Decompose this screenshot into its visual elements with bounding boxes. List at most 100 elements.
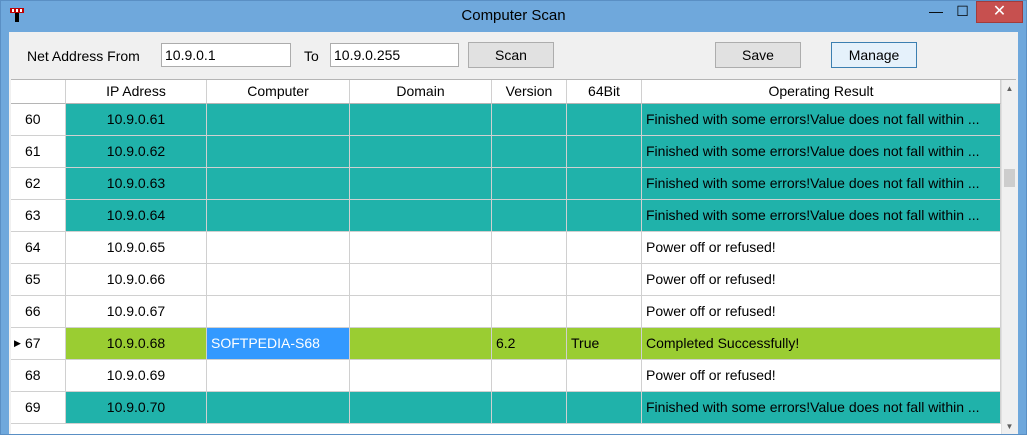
- result-cell[interactable]: Power off or refused!: [642, 264, 1001, 296]
- row-number[interactable]: 61: [11, 136, 66, 168]
- scroll-down-icon[interactable]: ▼: [1002, 418, 1016, 434]
- scan-button[interactable]: Scan: [468, 42, 554, 68]
- result-cell[interactable]: Finished with some errors!Value does not…: [642, 168, 1001, 200]
- ip-cell[interactable]: 10.9.0.64: [66, 200, 207, 232]
- table-row[interactable]: 61 10.9.0.62 Finished with some errors!Val…: [11, 136, 1001, 168]
- version-cell[interactable]: [492, 264, 567, 296]
- 64bit-cell[interactable]: [567, 168, 642, 200]
- table-row[interactable]: 67 10.9.0.68 SOFTPEDIA-S68 6.2 True Completed…: [11, 328, 1001, 360]
- computer-cell[interactable]: [207, 232, 350, 264]
- version-cell[interactable]: [492, 104, 567, 136]
- result-cell[interactable]: Finished with some errors!Value does not…: [642, 200, 1001, 232]
- header-ip[interactable]: IP Adress: [66, 80, 207, 104]
- table-row[interactable]: 65 10.9.0.66 Power off or refused!: [11, 264, 1001, 296]
- 64bit-cell[interactable]: [567, 264, 642, 296]
- close-button[interactable]: ✕: [976, 1, 1023, 23]
- 64bit-cell[interactable]: [567, 136, 642, 168]
- row-number[interactable]: 62: [11, 168, 66, 200]
- header-64bit[interactable]: 64Bit: [567, 80, 642, 104]
- 64bit-cell[interactable]: [567, 104, 642, 136]
- table-row[interactable]: 60 10.9.0.61 Finished with some errors!Val…: [11, 104, 1001, 136]
- domain-cell[interactable]: [350, 328, 492, 360]
- version-cell[interactable]: [492, 232, 567, 264]
- ip-cell[interactable]: 10.9.0.65: [66, 232, 207, 264]
- ip-cell[interactable]: 10.9.0.66: [66, 264, 207, 296]
- 64bit-cell[interactable]: [567, 296, 642, 328]
- version-cell[interactable]: [492, 168, 567, 200]
- results-grid[interactable]: IP Adress Computer Domain Version 64Bit …: [11, 79, 1016, 434]
- 64bit-cell[interactable]: [567, 200, 642, 232]
- scroll-thumb[interactable]: [1004, 169, 1015, 187]
- table-row[interactable]: 64 10.9.0.65 Power off or refused!: [11, 232, 1001, 264]
- version-cell[interactable]: [492, 392, 567, 424]
- row-number[interactable]: 69: [11, 392, 66, 424]
- table-row[interactable]: 68 10.9.0.69 Power off or refused!: [11, 360, 1001, 392]
- grid-header: IP Adress Computer Domain Version 64Bit …: [11, 80, 1001, 104]
- scroll-up-icon[interactable]: ▲: [1002, 80, 1016, 97]
- result-cell[interactable]: Completed Successfully!: [642, 328, 1001, 360]
- header-computer[interactable]: Computer: [207, 80, 350, 104]
- computer-cell[interactable]: [207, 296, 350, 328]
- ip-cell[interactable]: 10.9.0.67: [66, 296, 207, 328]
- domain-cell[interactable]: [350, 136, 492, 168]
- version-cell[interactable]: [492, 360, 567, 392]
- domain-cell[interactable]: [350, 168, 492, 200]
- 64bit-cell[interactable]: [567, 360, 642, 392]
- ip-cell[interactable]: 10.9.0.68: [66, 328, 207, 360]
- manage-button[interactable]: Manage: [831, 42, 917, 68]
- ip-cell[interactable]: 10.9.0.62: [66, 136, 207, 168]
- domain-cell[interactable]: [350, 232, 492, 264]
- computer-cell[interactable]: [207, 136, 350, 168]
- ip-cell[interactable]: 10.9.0.69: [66, 360, 207, 392]
- maximize-button[interactable]: ☐: [949, 1, 976, 23]
- client-area: Net Address From To Scan Save Manage IP …: [9, 32, 1018, 434]
- domain-cell[interactable]: [350, 200, 492, 232]
- domain-cell[interactable]: [350, 392, 492, 424]
- computer-cell[interactable]: [207, 264, 350, 296]
- computer-cell[interactable]: SOFTPEDIA-S68: [207, 328, 350, 360]
- result-cell[interactable]: Power off or refused!: [642, 296, 1001, 328]
- row-number[interactable]: 66: [11, 296, 66, 328]
- table-row[interactable]: 62 10.9.0.63 Finished with some errors!Val…: [11, 168, 1001, 200]
- domain-cell[interactable]: [350, 264, 492, 296]
- ip-cell[interactable]: 10.9.0.61: [66, 104, 207, 136]
- row-number[interactable]: 64: [11, 232, 66, 264]
- result-cell[interactable]: Power off or refused!: [642, 232, 1001, 264]
- 64bit-cell[interactable]: [567, 392, 642, 424]
- domain-cell[interactable]: [350, 296, 492, 328]
- computer-cell[interactable]: [207, 104, 350, 136]
- table-row[interactable]: 69 10.9.0.70 Finished with some errors!Val…: [11, 392, 1001, 424]
- version-cell[interactable]: [492, 296, 567, 328]
- row-number[interactable]: 68: [11, 360, 66, 392]
- version-cell[interactable]: 6.2: [492, 328, 567, 360]
- vertical-scrollbar[interactable]: ▲ ▼: [1001, 80, 1016, 434]
- save-button[interactable]: Save: [715, 42, 801, 68]
- header-domain[interactable]: Domain: [350, 80, 492, 104]
- computer-cell[interactable]: [207, 392, 350, 424]
- domain-cell[interactable]: [350, 360, 492, 392]
- to-address-input[interactable]: [330, 43, 459, 67]
- ip-cell[interactable]: 10.9.0.70: [66, 392, 207, 424]
- result-cell[interactable]: Finished with some errors!Value does not…: [642, 104, 1001, 136]
- header-result[interactable]: Operating Result: [642, 80, 1001, 104]
- result-cell[interactable]: Power off or refused!: [642, 360, 1001, 392]
- row-number[interactable]: 60: [11, 104, 66, 136]
- 64bit-cell[interactable]: True: [567, 328, 642, 360]
- computer-cell[interactable]: [207, 360, 350, 392]
- from-address-input[interactable]: [161, 43, 291, 67]
- 64bit-cell[interactable]: [567, 232, 642, 264]
- version-cell[interactable]: [492, 200, 567, 232]
- domain-cell[interactable]: [350, 104, 492, 136]
- version-cell[interactable]: [492, 136, 567, 168]
- result-cell[interactable]: Finished with some errors!Value does not…: [642, 136, 1001, 168]
- header-version[interactable]: Version: [492, 80, 567, 104]
- minimize-button[interactable]: —: [923, 1, 949, 23]
- result-cell[interactable]: Finished with some errors!Value does not…: [642, 392, 1001, 424]
- row-number[interactable]: 63: [11, 200, 66, 232]
- computer-cell[interactable]: [207, 200, 350, 232]
- table-row[interactable]: 66 10.9.0.67 Power off or refused!: [11, 296, 1001, 328]
- row-number[interactable]: 65: [11, 264, 66, 296]
- ip-cell[interactable]: 10.9.0.63: [66, 168, 207, 200]
- computer-cell[interactable]: [207, 168, 350, 200]
- table-row[interactable]: 63 10.9.0.64 Finished with some errors!Val…: [11, 200, 1001, 232]
